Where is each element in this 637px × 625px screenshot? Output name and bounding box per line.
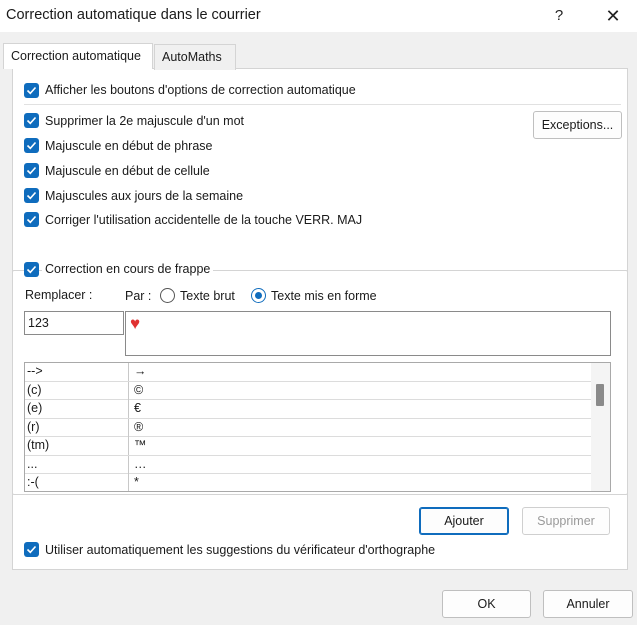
entry-replace: (c): [27, 382, 42, 397]
scrollbar-thumb[interactable]: [596, 384, 604, 406]
replace-typing-checkbox[interactable]: [24, 262, 39, 277]
sentence-cap-label: Majuscule en début de phrase: [45, 139, 213, 153]
spellcheck-label: Utiliser automatiquement les suggestions…: [45, 543, 436, 557]
with-input[interactable]: ♥: [125, 311, 611, 356]
list-item[interactable]: (r) ®: [25, 418, 591, 437]
list-item[interactable]: (tm) ™: [25, 437, 591, 456]
autocorrect-list[interactable]: --> → (c) © (e) € (r) ® (tm) ™ ... … :-( *: [24, 362, 611, 492]
caps-lock-checkbox[interactable]: [24, 212, 39, 227]
entry-replace: :-(: [27, 475, 39, 489]
caps-lock-label: Corriger l'utilisation accidentelle de l…: [45, 213, 363, 227]
replace-typing-label: Correction en cours de frappe: [42, 262, 214, 276]
show-buttons-checkbox[interactable]: [24, 83, 39, 98]
delete-button: Supprimer: [522, 507, 610, 535]
list-item[interactable]: --> →: [25, 363, 591, 382]
title-bar: Correction automatique dans le courrier …: [0, 0, 637, 32]
close-button[interactable]: ✕: [590, 0, 636, 32]
list-item[interactable]: ... …: [25, 455, 591, 474]
tab-automaths[interactable]: AutoMaths: [154, 44, 236, 70]
window-title: Correction automatique dans le courrier: [6, 7, 261, 23]
replace-input[interactable]: 123: [24, 311, 124, 335]
with-label: Par :: [125, 289, 152, 303]
exceptions-button[interactable]: Exceptions...: [533, 111, 622, 139]
heart-icon: ♥: [130, 314, 141, 333]
day-names-checkbox[interactable]: [24, 188, 39, 203]
replace-label: Remplacer :: [25, 288, 93, 302]
sentence-cap-checkbox[interactable]: [24, 138, 39, 153]
show-buttons-label: Afficher les boutons d'options de correc…: [45, 83, 356, 97]
entry-with: →: [128, 363, 147, 381]
entry-replace: (tm): [27, 438, 50, 452]
two-caps-checkbox[interactable]: [24, 113, 39, 128]
spellcheck-checkbox[interactable]: [24, 542, 39, 557]
day-names-label: Majuscules aux jours de la semaine: [45, 189, 244, 203]
separator: [24, 104, 621, 105]
cell-cap-checkbox[interactable]: [24, 163, 39, 178]
entry-replace: -->: [27, 364, 43, 378]
list-scrollbar[interactable]: [591, 363, 610, 491]
list-item[interactable]: (c) ©: [25, 381, 591, 400]
entry-with: ©: [128, 381, 143, 400]
add-button[interactable]: Ajouter: [419, 507, 509, 535]
tab-autocorrect[interactable]: Correction automatique: [3, 43, 153, 69]
plain-text-radio[interactable]: [160, 288, 175, 303]
list-item[interactable]: (e) €: [25, 400, 591, 419]
entry-with: €: [128, 400, 141, 418]
plain-text-label: Texte brut: [180, 289, 235, 303]
entry-with: ™: [128, 437, 147, 455]
formatted-text-radio[interactable]: [251, 288, 266, 303]
ok-button[interactable]: OK: [442, 590, 531, 618]
entry-replace: ...: [27, 456, 38, 471]
list-item[interactable]: :-( *: [25, 474, 591, 491]
two-caps-label: Supprimer la 2e majuscule d'un mot: [45, 114, 245, 128]
entry-with: ®: [128, 418, 143, 437]
help-button[interactable]: ?: [536, 0, 582, 32]
cell-cap-label: Majuscule en début de cellule: [45, 164, 210, 178]
cancel-button[interactable]: Annuler: [543, 590, 633, 618]
entry-replace: (e): [27, 401, 43, 415]
entry-with: …: [128, 455, 147, 474]
entry-replace: (r): [27, 419, 40, 434]
entry-with: *: [128, 474, 139, 491]
formatted-text-label: Texte mis en forme: [271, 289, 377, 303]
